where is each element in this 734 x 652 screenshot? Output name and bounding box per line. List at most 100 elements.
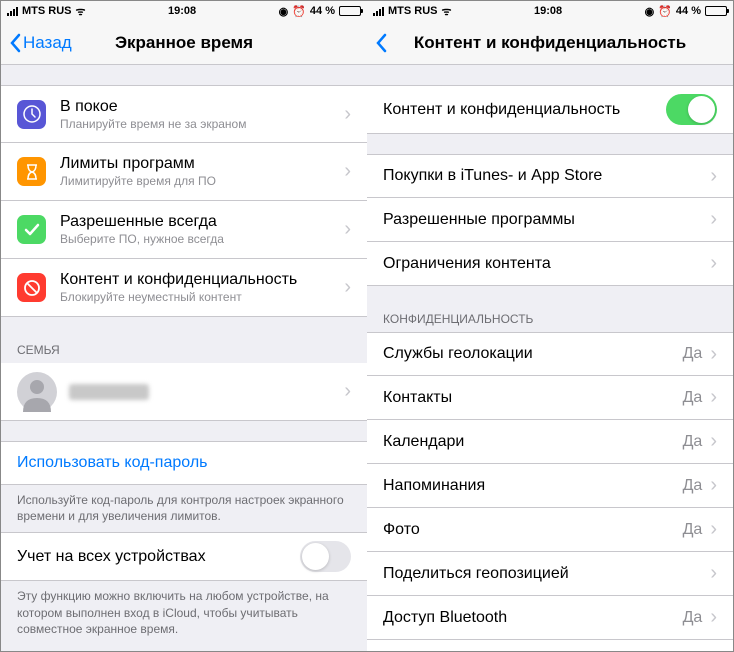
back-button[interactable]: Назад [9, 33, 72, 53]
chevron-icon: › [710, 650, 717, 651]
list-item[interactable]: Покупки в iTunes- и App Store › [367, 154, 733, 198]
wifi-icon: ᯤ [442, 4, 452, 19]
settings-row[interactable]: Разрешенные всегда Выберите ПО, нужное в… [1, 201, 367, 259]
item-value: Да [683, 609, 703, 627]
chevron-icon: › [344, 276, 351, 299]
row-title: Лимиты программ [60, 155, 344, 173]
family-member-row[interactable]: › [1, 363, 367, 421]
list-item[interactable]: Микрофон Да › [367, 640, 733, 651]
chevron-icon: › [710, 562, 717, 585]
privacy-header: КОНФИДЕНЦИАЛЬНОСТЬ [367, 306, 733, 332]
list-item[interactable]: Службы геолокации Да › [367, 332, 733, 376]
signal-icon [373, 7, 384, 16]
content-right: Контент и конфиденциальность Покупки в i… [367, 65, 733, 651]
chevron-icon: › [710, 208, 717, 231]
row-subtitle: Планируйте время не за экраном [60, 117, 344, 131]
list-item[interactable]: Контакты Да › [367, 376, 733, 420]
battery-icon [705, 6, 727, 16]
carrier: MTS RUS [388, 5, 438, 17]
content-privacy-toggle[interactable] [666, 94, 717, 125]
hourglass-icon [17, 157, 46, 186]
chevron-icon: › [344, 218, 351, 241]
settings-row[interactable]: Лимиты программ Лимитируйте время для ПО… [1, 143, 367, 201]
back-button[interactable] [375, 33, 387, 53]
alarm-icon: ⏰ [292, 5, 306, 18]
page-title: Экранное время [115, 33, 253, 53]
list-item[interactable]: Фото Да › [367, 508, 733, 552]
item-label: Разрешенные программы [383, 211, 710, 229]
item-value: Да [683, 345, 703, 363]
item-value: Да [683, 389, 703, 407]
chevron-icon: › [710, 386, 717, 409]
wifi-icon: ᯤ [76, 4, 86, 19]
item-label: Фото [383, 521, 683, 539]
battery-pct: 44 % [676, 5, 701, 17]
row-subtitle: Лимитируйте время для ПО [60, 174, 344, 188]
chevron-icon: › [710, 474, 717, 497]
list-item[interactable]: Поделиться геопозицией › [367, 552, 733, 596]
share-label: Учет на всех устройствах [17, 548, 300, 566]
status-bar: MTS RUS ᯤ 19:08 ◉ ⏰ 44 % [1, 1, 367, 21]
passcode-label: Использовать код-пароль [17, 454, 351, 472]
check-icon [17, 215, 46, 244]
item-label: Покупки в iTunes- и App Store [383, 167, 710, 185]
item-value: Да [683, 433, 703, 451]
family-header: СЕМЬЯ [1, 337, 367, 363]
chevron-icon: › [344, 380, 351, 403]
share-footer: Эту функцию можно включить на любом устр… [1, 581, 367, 645]
alarm-icon: ⏰ [658, 5, 672, 18]
avatar-icon [17, 372, 57, 412]
back-label: Назад [23, 33, 72, 53]
item-label: Напоминания [383, 477, 683, 495]
row-subtitle: Блокируйте неуместный контент [60, 290, 344, 304]
lock-icon: ◉ [645, 5, 655, 18]
item-label: Ограничения контента [383, 255, 710, 273]
battery-icon [339, 6, 361, 16]
list-item[interactable]: Доступ Bluetooth Да › [367, 596, 733, 640]
status-bar: MTS RUS ᯤ 19:08 ◉ ⏰ 44 % [367, 1, 733, 21]
chevron-icon: › [710, 343, 717, 366]
passcode-button[interactable]: Использовать код-пароль [1, 441, 367, 485]
settings-row[interactable]: Контент и конфиденциальность Блокируйте … [1, 259, 367, 317]
chevron-left-icon [375, 33, 387, 53]
chevron-icon: › [710, 252, 717, 275]
passcode-footer: Используйте код-пароль для контроля наст… [1, 485, 367, 532]
list-item[interactable]: Календари Да › [367, 420, 733, 464]
lock-icon: ◉ [279, 5, 289, 18]
battery-pct: 44 % [310, 5, 335, 17]
clock-icon [17, 100, 46, 129]
nav-bar: Назад Экранное время [1, 21, 367, 65]
phone-right: MTS RUS ᯤ 19:08 ◉ ⏰ 44 % Контент и конфи… [367, 1, 733, 651]
signal-icon [7, 7, 18, 16]
list-item[interactable]: Напоминания Да › [367, 464, 733, 508]
settings-row[interactable]: В покое Планируйте время не за экраном › [1, 85, 367, 143]
share-toggle[interactable] [300, 541, 351, 572]
row-title: Разрешенные всегда [60, 213, 344, 231]
list-item[interactable]: Разрешенные программы › [367, 198, 733, 242]
block-icon [17, 273, 46, 302]
row-title: Контент и конфиденциальность [60, 271, 344, 289]
status-time: 19:08 [168, 5, 196, 17]
content-left: В покое Планируйте время не за экраном ›… [1, 65, 367, 651]
content-privacy-toggle-row[interactable]: Контент и конфиденциальность [367, 85, 733, 134]
chevron-icon: › [344, 160, 351, 183]
item-value: Да [683, 521, 703, 539]
phone-left: MTS RUS ᯤ 19:08 ◉ ⏰ 44 % Назад Экранное … [1, 1, 367, 651]
chevron-left-icon [9, 33, 21, 53]
list-item[interactable]: Ограничения контента › [367, 242, 733, 286]
chevron-icon: › [710, 165, 717, 188]
status-time: 19:08 [534, 5, 562, 17]
row-title: В покое [60, 98, 344, 116]
item-label: Службы геолокации [383, 345, 683, 363]
toggle-label: Контент и конфиденциальность [383, 101, 666, 119]
chevron-icon: › [710, 518, 717, 541]
chevron-icon: › [710, 430, 717, 453]
item-value: Да [683, 477, 703, 495]
share-row[interactable]: Учет на всех устройствах [1, 532, 367, 581]
item-label: Доступ Bluetooth [383, 609, 683, 627]
row-subtitle: Выберите ПО, нужное всегда [60, 232, 344, 246]
chevron-icon: › [710, 606, 717, 629]
member-name-blurred [69, 384, 149, 400]
nav-bar: Контент и конфиденциальность [367, 21, 733, 65]
item-label: Календари [383, 433, 683, 451]
